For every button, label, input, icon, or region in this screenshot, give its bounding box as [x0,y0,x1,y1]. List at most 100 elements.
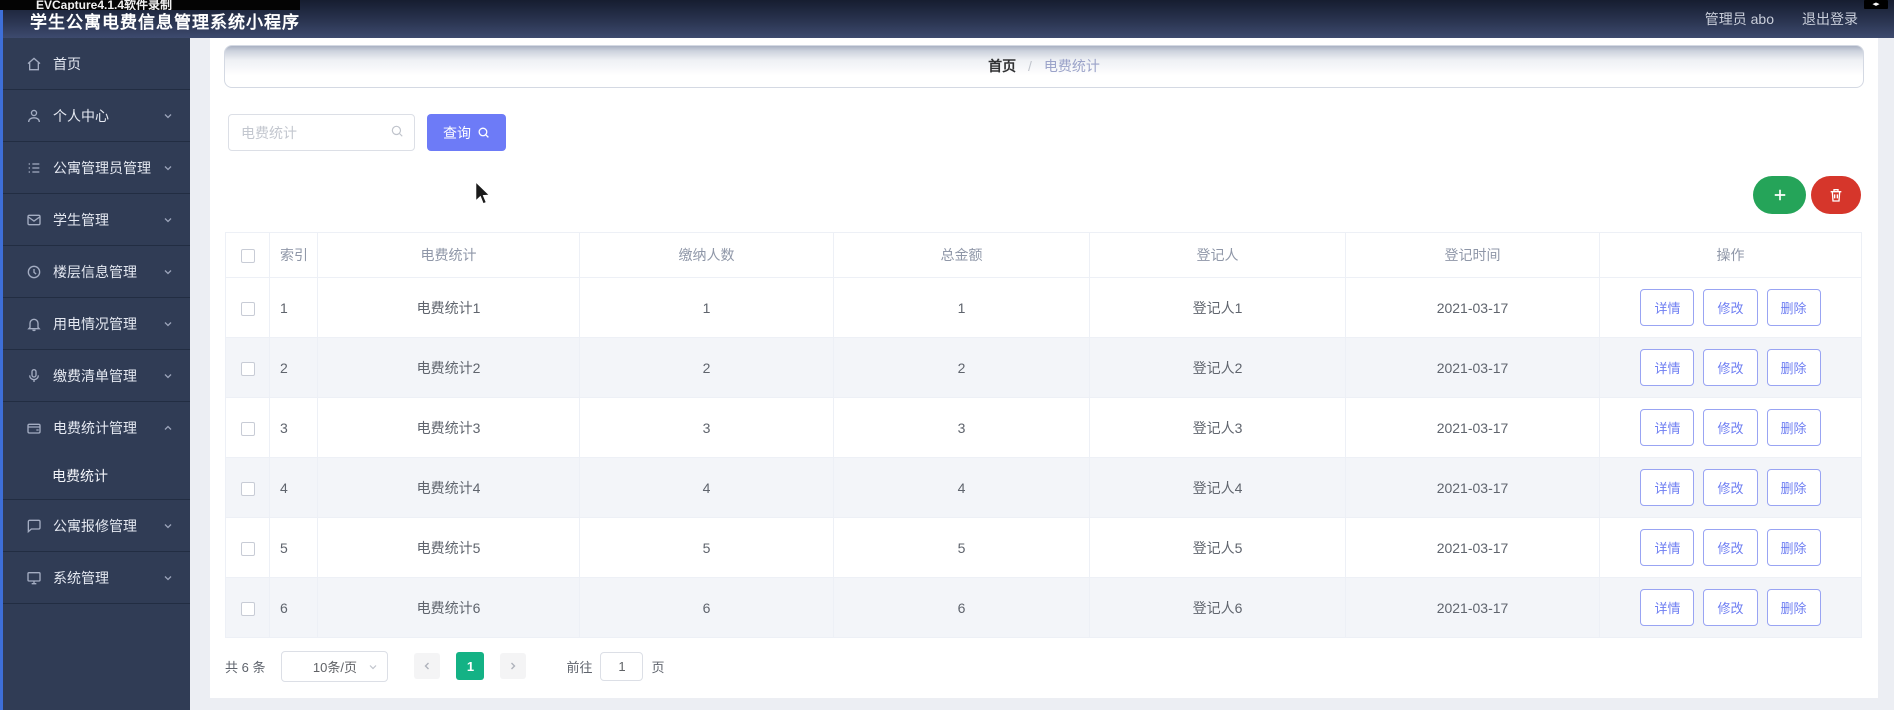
sidebar-item-fee-stats-mgmt[interactable]: 电费统计管理 [0,402,190,453]
sidebar-block: 用电情况管理 [0,298,190,350]
mail-icon [26,212,42,228]
sidebar-block: 学生管理 [0,194,190,246]
monitor-icon [26,570,42,586]
row-actions-cell: 详情 修改 删除 [1599,517,1862,578]
sidebar-item-floor-info[interactable]: 楼层信息管理 [0,246,190,297]
cell-date: 2021-03-17 [1345,397,1600,458]
delete-button[interactable]: 删除 [1766,349,1821,386]
row-checkbox[interactable] [240,301,255,316]
app-screen: 学生公寓电费信息管理系统小程序 管理员 abo 退出登录 ◂▸ EVCaptur… [0,0,1894,710]
delete-button[interactable]: 删除 [1766,469,1821,506]
cell-registrar: 登记人5 [1089,517,1346,578]
cell-payers: 1 [579,277,834,338]
edit-button[interactable]: 修改 [1703,349,1758,386]
pagination: 共 6 条 10条/页 1 前往 页 [225,650,665,682]
sidebar-item-student-mgmt[interactable]: 学生管理 [0,194,190,245]
app-title: 学生公寓电费信息管理系统小程序 [30,13,300,32]
goto-label: 前往 [566,659,593,675]
screen-recorder-icon: ◂▸ [1864,0,1888,9]
trash-icon [1830,189,1842,202]
select-all-checkbox[interactable] [240,249,255,264]
detail-button[interactable]: 详情 [1640,529,1695,566]
batch-delete-button[interactable] [1811,176,1861,214]
query-button[interactable]: 查询 [427,114,506,151]
row-checkbox[interactable] [240,361,255,376]
main-panel: 首页 / 电费统计 查询 [210,38,1878,698]
cell-name: 电费统计6 [317,577,580,638]
current-user-label: 管理员 abo [1704,11,1774,27]
cell-name: 电费统计5 [317,517,580,578]
sidebar-item-electricity-usage[interactable]: 用电情况管理 [0,298,190,349]
total-count-label: 共 6 条 [225,659,266,675]
page-size-select[interactable]: 10条/页 [281,650,389,682]
add-button[interactable] [1753,176,1806,214]
chevron-left-icon [424,662,430,670]
cell-index: 2 [269,337,318,398]
column-header: 登记人 [1089,232,1346,278]
row-actions-cell: 详情 修改 删除 [1599,397,1862,458]
sidebar-item-system-mgmt[interactable]: 系统管理 [0,552,190,603]
row-actions-cell: 详情 修改 删除 [1599,457,1862,518]
cell-payers: 3 [579,397,834,458]
logout-link[interactable]: 退出登录 [1802,9,1858,29]
detail-button[interactable]: 详情 [1640,469,1695,506]
user-icon [26,108,42,124]
table-row: 5 电费统计5 5 5 登记人5 2021-03-17 详情 修改 删除 [225,517,1862,578]
delete-button[interactable]: 删除 [1766,409,1821,446]
delete-button[interactable]: 删除 [1766,529,1821,566]
row-checkbox[interactable] [240,481,255,496]
row-select-cell [225,517,270,578]
sidebar-item-payment-list[interactable]: 缴费清单管理 [0,350,190,401]
window-left-accent [0,10,3,710]
edit-button[interactable]: 修改 [1703,529,1758,566]
breadcrumb-home[interactable]: 首页 [988,58,1016,74]
sidebar-block: 公寓报修管理 [0,500,190,552]
cell-index: 1 [269,277,318,338]
edit-button[interactable]: 修改 [1703,469,1758,506]
cell-total: 3 [833,397,1090,458]
sidebar-item-repair-mgmt[interactable]: 公寓报修管理 [0,500,190,551]
goto-page-input[interactable] [600,651,644,681]
row-checkbox[interactable] [240,601,255,616]
edit-button[interactable]: 修改 [1703,409,1758,446]
sidebar-block: 缴费清单管理 [0,350,190,402]
sidebar-item-label: 首页 [53,55,81,72]
column-header: 电费统计 [317,232,580,278]
chevron-up-icon [162,422,174,434]
detail-button[interactable]: 详情 [1640,349,1695,386]
chat-icon [26,518,42,534]
query-button-label: 查询 [443,124,471,141]
next-page-button[interactable] [500,653,527,679]
cell-registrar: 登记人4 [1089,457,1346,518]
detail-button[interactable]: 详情 [1640,409,1695,446]
sidebar-item-home[interactable]: 首页 [0,38,190,89]
sidebar-block: 电费统计管理电费统计 [0,402,190,500]
column-header: 索引 [269,232,318,278]
detail-button[interactable]: 详情 [1640,589,1695,626]
edit-button[interactable]: 修改 [1703,589,1758,626]
cell-payers: 5 [579,517,834,578]
detail-button[interactable]: 详情 [1640,289,1695,326]
sidebar-block: 楼层信息管理 [0,246,190,298]
search-input[interactable] [228,114,415,151]
row-checkbox[interactable] [240,541,255,556]
sidebar-subitem-fee-stats[interactable]: 电费统计 [0,453,190,499]
cell-date: 2021-03-17 [1345,457,1600,518]
sidebar-item-label: 学生管理 [53,211,109,228]
cell-date: 2021-03-17 [1345,517,1600,578]
prev-page-button[interactable] [414,653,441,679]
sidebar-item-apartment-admin[interactable]: 公寓管理员管理 [0,142,190,193]
row-checkbox[interactable] [240,421,255,436]
edit-button[interactable]: 修改 [1703,289,1758,326]
page-number-button[interactable]: 1 [456,652,485,680]
sidebar-subitem-label: 电费统计 [52,468,108,484]
table-row: 4 电费统计4 4 4 登记人4 2021-03-17 详情 修改 删除 [225,457,1862,518]
sidebar-item-label: 个人中心 [53,107,109,124]
delete-button[interactable]: 删除 [1766,589,1821,626]
sidebar-menu: 首页个人中心公寓管理员管理学生管理楼层信息管理用电情况管理 缴费清单管理 电费统计管… [0,38,190,604]
delete-button[interactable]: 删除 [1766,289,1821,326]
clock-icon [26,264,42,280]
sidebar-item-personal-center[interactable]: 个人中心 [0,90,190,141]
sidebar-item-label: 楼层信息管理 [53,263,137,280]
fee-stats-table: 索引 电费统计 缴纳人数 总金额 登记人 登记时间 操作 1 电费统计1 1 1 登记人1 2021-… [225,232,1862,638]
